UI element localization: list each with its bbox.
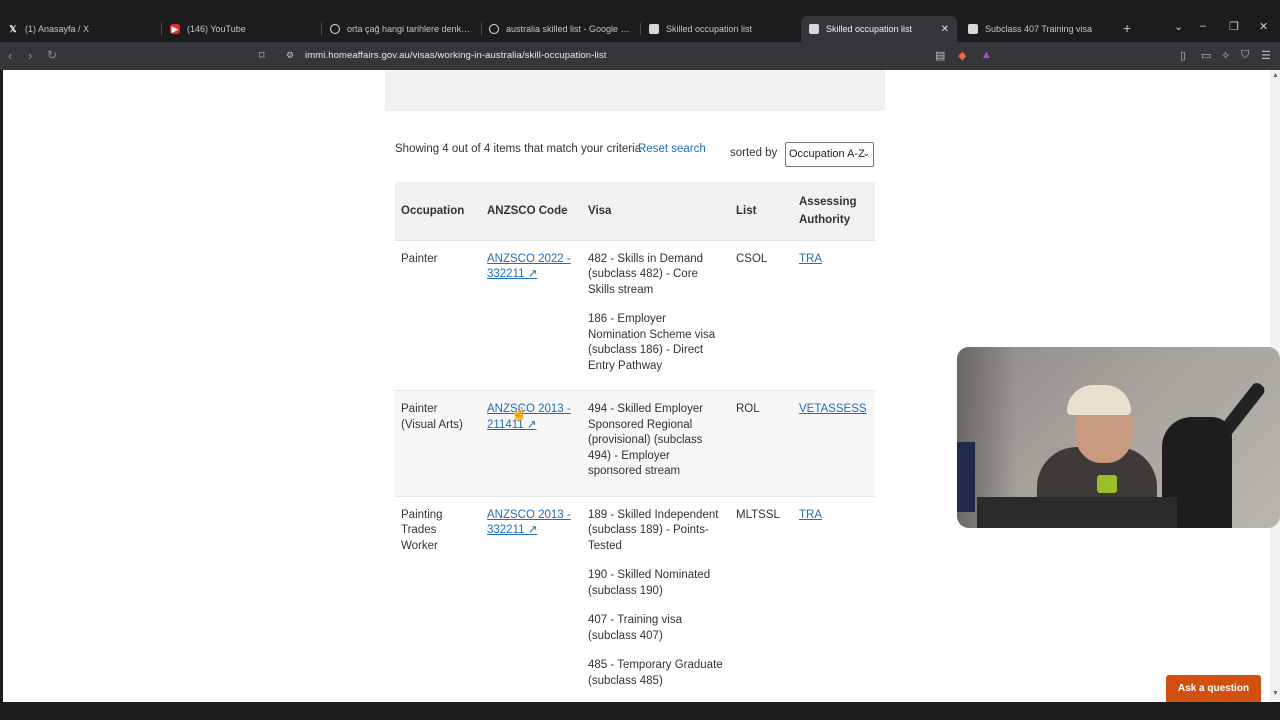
google-icon (489, 24, 499, 34)
tab-title: australia skilled list - Google Search (506, 24, 631, 34)
tab-subclass-407[interactable]: Subclass 407 Training visa (960, 16, 1118, 42)
mouse-cursor-icon: ☝ (511, 406, 528, 421)
header-authority: Assessing Authority (793, 182, 875, 241)
header-anzsco: ANZSCO Code (481, 182, 582, 241)
authority-link[interactable]: VETASSESS (799, 403, 867, 415)
window-close-icon[interactable]: ✕ (1259, 20, 1268, 33)
reset-search-link[interactable]: Reset search (638, 143, 706, 155)
gov-icon (649, 24, 659, 34)
visa-item: 189 - Skilled Independent (subclass 189)… (588, 508, 719, 552)
tab-google-orta-cag[interactable]: orta çağ hangi tarihlere denk geliyo (322, 16, 480, 42)
tab-google-australia[interactable]: australia skilled list - Google Search (481, 16, 639, 42)
restore-icon[interactable]: ❐ (1229, 20, 1239, 33)
youtube-icon: ▶ (170, 23, 180, 34)
occupation-cell: Painter (Visual Arts) (395, 390, 481, 497)
tab-title: Skilled occupation list (666, 24, 753, 34)
address-bar[interactable]: immi.homeaffairs.gov.au/visas/working-in… (305, 50, 606, 61)
visa-cell: 494 - Skilled Employer Sponsored Regiona… (582, 390, 730, 497)
close-tab-icon[interactable]: ✕ (941, 24, 949, 35)
tab-x[interactable]: 𝕏 (1) Anasayfa / X (0, 16, 160, 42)
scroll-down-icon[interactable]: ▼ (1272, 690, 1279, 697)
list-cell: ROL (730, 390, 793, 497)
occupation-cell: Painter (395, 240, 481, 391)
sorted-by-label: sorted by (730, 147, 778, 159)
visa-item: 186 - Employer Nomination Scheme visa (s… (588, 313, 716, 372)
tab-strip: 𝕏 (1) Anasayfa / X ▶ (146) YouTube orta … (0, 0, 1280, 42)
table-row: Painting Trades Worker ANZSCO 2013 - 332… (395, 496, 875, 702)
vpn-icon[interactable]: ⛉ (1241, 49, 1249, 62)
desk-shape (977, 497, 1177, 528)
table-row: Painter (Visual Arts) ANZSCO 2013 - 2114… (395, 390, 875, 497)
tab-title: Skilled occupation list (826, 24, 913, 34)
sidebar-icon[interactable]: ▯ (1180, 49, 1186, 62)
browser-toolbar: ‹ › ↻ ⌑ ⚙ immi.homeaffairs.gov.au/visas/… (0, 42, 1280, 70)
scroll-up-icon[interactable]: ▲ (1272, 72, 1279, 79)
tab-youtube[interactable]: ▶ (146) YouTube (162, 16, 320, 42)
visa-item: 494 - Skilled Employer Sponsored Regiona… (588, 403, 704, 477)
visa-item: 482 - Skills in Demand (subclass 482) - … (588, 252, 704, 296)
minimize-icon[interactable]: – (1200, 20, 1206, 32)
visa-item: 190 - Skilled Nominated (subclass 190) (588, 569, 711, 597)
authority-link[interactable]: TRA (799, 509, 822, 521)
webcam-overlay (957, 347, 1280, 528)
brave-shields-icon[interactable]: ◆ (958, 49, 966, 62)
table-row: Painter ANZSCO 2022 - 332211 ↗ 482 - Ski… (395, 240, 875, 391)
visa-item: 485 - Temporary Graduate (subclass 485) (588, 659, 723, 687)
new-tab-icon[interactable]: + (1123, 20, 1131, 36)
forward-icon[interactable]: › (28, 48, 32, 63)
occupation-cell: Painting Trades Worker (395, 496, 481, 702)
bookmark-icon[interactable]: ⌑ (259, 49, 265, 62)
list-cell: MLTSSL (730, 496, 793, 702)
header-list: List (730, 182, 793, 241)
tab-skilled-list-1[interactable]: Skilled occupation list (641, 16, 799, 42)
gov-icon (809, 24, 819, 34)
visa-item: 407 - Training visa (subclass 407) (588, 614, 682, 642)
reader-mode-icon[interactable]: ▤ (935, 49, 945, 62)
header-occupation: Occupation (395, 182, 481, 241)
occupation-table: Occupation ANZSCO Code Visa List Assessi… (395, 182, 875, 702)
menu-icon[interactable]: ☰ (1261, 49, 1271, 62)
wallet-icon[interactable]: ▭ (1201, 49, 1211, 62)
shirt-logo-shape (1097, 475, 1117, 493)
monitor-shape (957, 442, 975, 512)
visa-cell: 189 - Skilled Independent (subclass 189)… (582, 496, 730, 702)
leo-ai-icon[interactable]: ✧ (1221, 49, 1230, 62)
search-panel-bottom (385, 70, 885, 111)
ask-a-question-button[interactable]: Ask a question (1166, 675, 1261, 702)
sort-select-value: Occupation A-Z (789, 148, 865, 160)
sort-select[interactable]: Occupation A-Z ⌄ (785, 142, 874, 167)
back-icon[interactable]: ‹ (8, 48, 12, 63)
google-icon (330, 24, 340, 34)
anzsco-link[interactable]: ANZSCO 2013 - 332211 ↗ (487, 509, 571, 537)
tab-title: Subclass 407 Training visa (985, 24, 1093, 34)
anzsco-link[interactable]: ANZSCO 2022 - 332211 ↗ (487, 253, 571, 281)
gov-icon (968, 24, 978, 34)
chevron-down-icon: ⌄ (862, 148, 870, 158)
authority-link[interactable]: TRA (799, 253, 822, 265)
anzsco-link[interactable]: ANZSCO 2013 - 211411 ↗ (487, 403, 571, 431)
cap-shape (1067, 385, 1131, 415)
tab-title: (146) YouTube (187, 24, 246, 34)
list-cell: CSOL (730, 240, 793, 391)
reload-icon[interactable]: ↻ (47, 48, 57, 62)
table-header-row: Occupation ANZSCO Code Visa List Assessi… (395, 182, 875, 241)
tab-title: (1) Anasayfa / X (25, 24, 90, 34)
x-logo-icon: 𝕏 (9, 23, 17, 34)
site-info-icon[interactable]: ⚙ (286, 50, 294, 61)
tab-skilled-list-active[interactable]: Skilled occupation list ✕ (801, 16, 957, 42)
results-summary: Showing 4 out of 4 items that match your… (395, 143, 642, 155)
header-visa: Visa (582, 182, 730, 241)
tab-title: orta çağ hangi tarihlere denk geliyo (347, 24, 472, 34)
tab-list-chevron-icon[interactable]: ⌄ (1174, 20, 1183, 33)
visa-cell: 482 - Skills in Demand (subclass 482) - … (582, 240, 730, 391)
brave-rewards-icon[interactable]: ▲ (981, 49, 992, 61)
